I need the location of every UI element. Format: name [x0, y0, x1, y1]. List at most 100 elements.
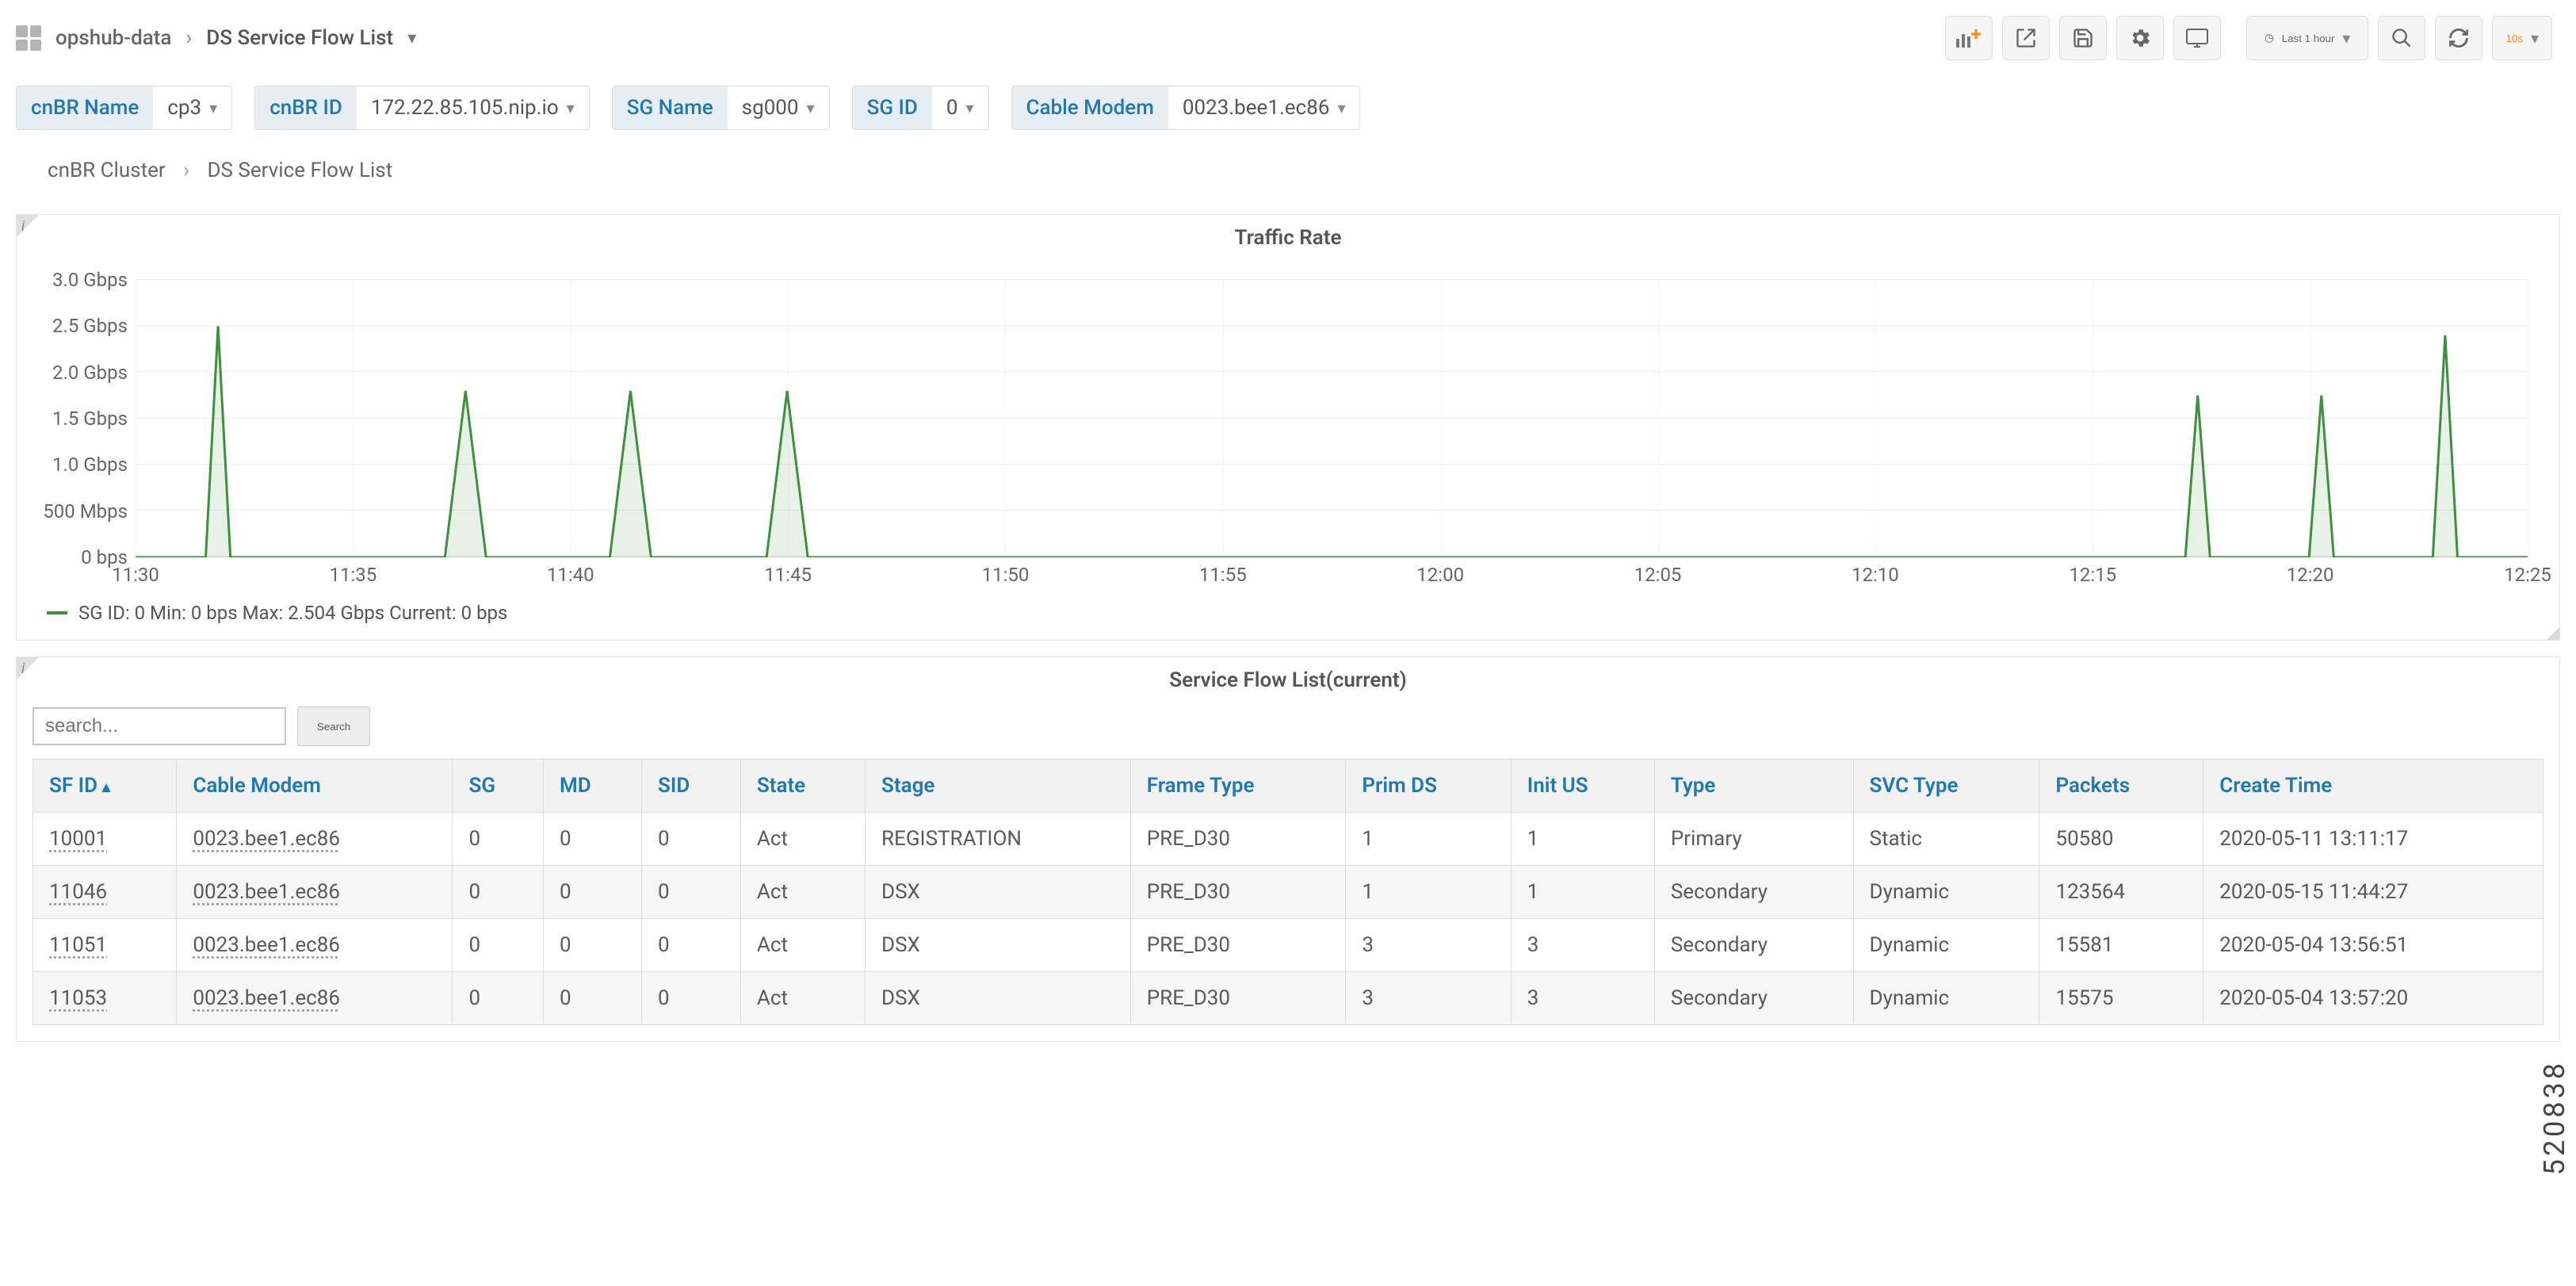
var-cnbr-name[interactable]: cnBR Namecp3▾: [16, 86, 232, 130]
col-state[interactable]: State: [740, 760, 865, 813]
col-sg[interactable]: SG: [453, 760, 544, 813]
cell-sf-id: 11046: [33, 866, 177, 919]
breadcrumb-parent[interactable]: opshub-data: [55, 26, 171, 50]
cable-modem-link[interactable]: 0023.bee1.ec86: [193, 933, 340, 957]
col-create-time[interactable]: Create Time: [2203, 760, 2544, 813]
col-sid[interactable]: SID: [642, 760, 741, 813]
info-icon[interactable]: i: [21, 218, 25, 235]
x-tick-label: 12:10: [1852, 564, 1899, 586]
caret-down-icon: ▾: [2342, 29, 2350, 48]
cell-packets: 15581: [2039, 919, 2203, 972]
cell-sg: 0: [453, 919, 544, 972]
col-packets[interactable]: Packets: [2039, 760, 2203, 813]
cell-cable-modem: 0023.bee1.ec86: [177, 866, 453, 919]
drilldown-level1[interactable]: cnBR Cluster: [48, 159, 166, 182]
page-title[interactable]: DS Service Flow List: [206, 26, 393, 50]
cell-stage: DSX: [866, 972, 1131, 1025]
cell-md: 0: [544, 972, 642, 1025]
table-row: 110460023.bee1.ec86000ActDSXPRE_D3011Sec…: [33, 866, 2544, 919]
info-icon[interactable]: i: [21, 660, 25, 677]
y-tick-label: 500 Mbps: [32, 500, 128, 522]
title-dropdown-caret-icon[interactable]: ▾: [407, 29, 416, 48]
x-tick-label: 11:45: [764, 564, 812, 586]
var-label: cnBR ID: [255, 86, 357, 129]
cell-stage: DSX: [866, 866, 1131, 919]
var-value[interactable]: 172.22.85.105.nip.io▾: [357, 86, 589, 129]
zoom-out-button[interactable]: [2378, 16, 2425, 60]
x-tick-label: 12:15: [2069, 564, 2116, 586]
sf-id-link[interactable]: 11051: [49, 933, 107, 957]
col-prim-ds[interactable]: Prim DS: [1346, 760, 1511, 813]
cable-modem-link[interactable]: 0023.bee1.ec86: [193, 827, 340, 851]
y-tick-label: 3.0 Gbps: [32, 269, 128, 291]
cell-cable-modem: 0023.bee1.ec86: [177, 813, 453, 866]
col-cable-modem[interactable]: Cable Modem: [177, 760, 453, 813]
x-tick-label: 11:40: [547, 564, 594, 586]
legend-text: SG ID: 0 Min: 0 bps Max: 2.504 Gbps Curr…: [78, 602, 507, 624]
panel-dogear-icon[interactable]: [17, 215, 39, 237]
time-range-button[interactable]: ◷ Last 1 hour ▾: [2246, 16, 2368, 60]
cable-modem-link[interactable]: 0023.bee1.ec86: [193, 986, 340, 1010]
panel-title[interactable]: Service Flow List(current): [17, 657, 2559, 698]
col-type[interactable]: Type: [1654, 760, 1853, 813]
var-value[interactable]: 0▾: [932, 86, 988, 129]
var-sg-id[interactable]: SG ID0▾: [852, 86, 989, 130]
chart-legend[interactable]: SG ID: 0 Min: 0 bps Max: 2.504 Gbps Curr…: [32, 597, 2544, 626]
cell-init-us: 1: [1511, 813, 1654, 866]
search-button[interactable]: Search: [297, 706, 370, 746]
cell-svc-type: Static: [1853, 813, 2039, 866]
search-input[interactable]: [32, 707, 286, 745]
panel-dogear-icon[interactable]: [17, 657, 39, 679]
refresh-interval-button[interactable]: 10s ▾: [2492, 16, 2552, 60]
sf-id-link[interactable]: 11053: [49, 986, 107, 1010]
var-cable-modem[interactable]: Cable Modem0023.bee1.ec86▾: [1011, 86, 1361, 130]
x-tick-label: 12:00: [1416, 564, 1464, 586]
dashboard-grid-icon[interactable]: [16, 25, 41, 51]
col-stage[interactable]: Stage: [866, 760, 1131, 813]
cable-modem-link[interactable]: 0023.bee1.ec86: [193, 880, 340, 904]
y-tick-label: 1.0 Gbps: [32, 454, 128, 476]
var-value[interactable]: cp3▾: [153, 86, 231, 129]
col-svc-type[interactable]: SVC Type: [1853, 760, 2039, 813]
col-md[interactable]: MD: [544, 760, 642, 813]
col-init-us[interactable]: Init US: [1511, 760, 1654, 813]
settings-button[interactable]: [2116, 16, 2164, 60]
var-sg-name[interactable]: SG Namesg000▾: [612, 86, 830, 130]
var-cnbr-id[interactable]: cnBR ID172.22.85.105.nip.io▾: [254, 86, 590, 130]
panel-title[interactable]: Traffic Rate: [17, 215, 2559, 256]
cell-type: Primary: [1654, 813, 1853, 866]
x-tick-label: 11:55: [1199, 564, 1247, 586]
cell-type: Secondary: [1654, 919, 1853, 972]
refresh-interval-value: 10s: [2505, 33, 2523, 44]
x-tick-label: 12:20: [2287, 564, 2334, 586]
cell-state: Act: [740, 813, 865, 866]
x-tick-label: 11:50: [982, 564, 1030, 586]
sf-id-link[interactable]: 11046: [49, 880, 107, 904]
var-value[interactable]: sg000▾: [728, 86, 829, 129]
cell-packets: 123564: [2039, 866, 2203, 919]
cell-sid: 0: [642, 919, 741, 972]
cycle-view-button[interactable]: [2173, 16, 2221, 60]
sf-id-link[interactable]: 10001: [49, 827, 107, 851]
table-row: 110530023.bee1.ec86000ActDSXPRE_D3033Sec…: [33, 972, 2544, 1025]
cell-sid: 0: [642, 972, 741, 1025]
save-button[interactable]: [2059, 16, 2107, 60]
cell-sg: 0: [453, 813, 544, 866]
refresh-button[interactable]: [2435, 16, 2482, 60]
cell-svc-type: Dynamic: [1853, 866, 2039, 919]
cell-sg: 0: [453, 972, 544, 1025]
share-button[interactable]: [2002, 16, 2050, 60]
panel-resize-handle-icon[interactable]: [2547, 627, 2559, 640]
var-value[interactable]: 0023.bee1.ec86▾: [1168, 86, 1360, 129]
chart-area[interactable]: 0 bps500 Mbps1.0 Gbps1.5 Gbps2.0 Gbps2.5…: [32, 264, 2544, 597]
cell-svc-type: Dynamic: [1853, 972, 2039, 1025]
cell-md: 0: [544, 919, 642, 972]
add-panel-button[interactable]: [1945, 16, 1993, 60]
col-frame-type[interactable]: Frame Type: [1130, 760, 1346, 813]
col-sf-id[interactable]: SF ID▴: [33, 760, 177, 813]
y-tick-label: 2.0 Gbps: [32, 362, 128, 384]
drilldown-breadcrumb: cnBR Cluster › DS Service Flow List: [0, 140, 2576, 206]
legend-swatch-icon: [47, 611, 67, 614]
cell-frame-type: PRE_D30: [1130, 866, 1346, 919]
cell-prim-ds: 3: [1346, 919, 1511, 972]
